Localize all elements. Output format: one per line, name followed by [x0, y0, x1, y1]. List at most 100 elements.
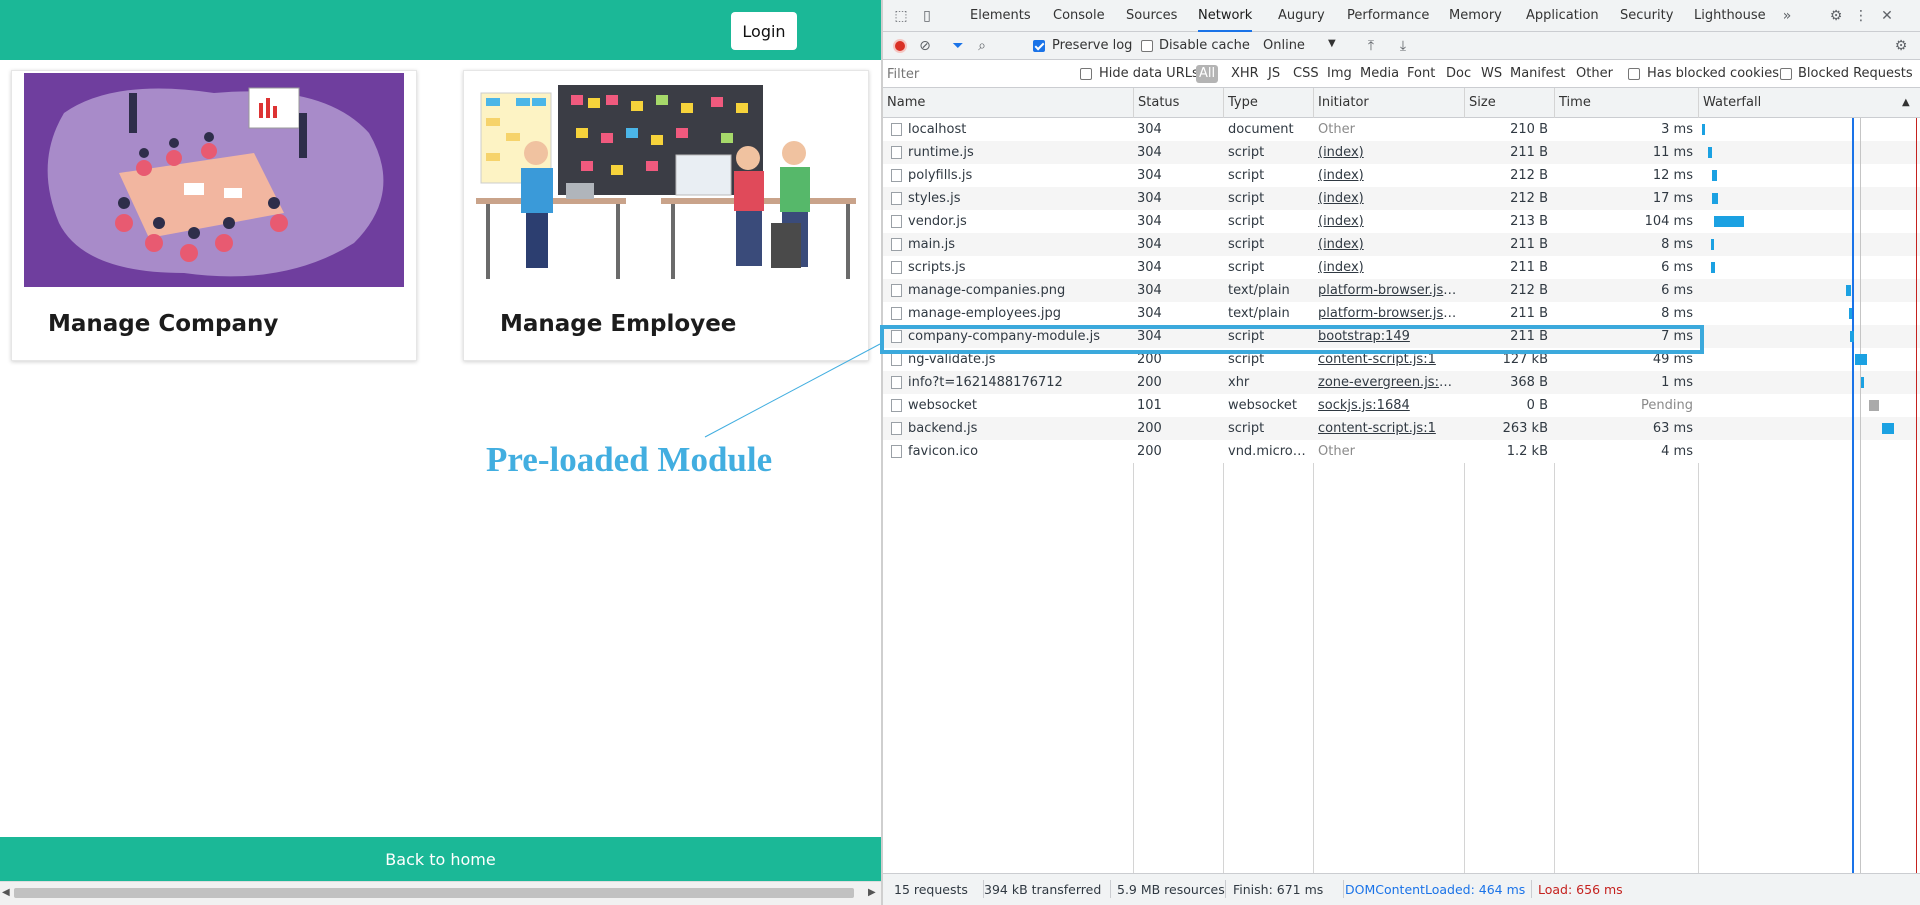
- cell-name[interactable]: ng-validate.js: [908, 348, 1128, 371]
- device-toolbar-icon[interactable]: ▯: [919, 8, 935, 24]
- search-icon[interactable]: ⌕: [974, 38, 990, 54]
- cell-name[interactable]: main.js: [908, 233, 1128, 256]
- table-row[interactable]: polyfills.js 304 script (index) 212 B 12 ms: [883, 164, 1920, 187]
- close-icon[interactable]: ✕: [1879, 8, 1895, 24]
- hide-data-urls-checkbox[interactable]: [1080, 68, 1092, 80]
- cell-name[interactable]: favicon.ico: [908, 440, 1128, 463]
- tab-application[interactable]: Application: [1526, 0, 1599, 32]
- column-name[interactable]: Name: [883, 88, 1133, 118]
- cell-initiator[interactable]: platform-browser.js:…: [1318, 302, 1460, 325]
- type-filter-css[interactable]: CSS: [1293, 66, 1319, 81]
- cell-name[interactable]: company-company-module.js: [908, 325, 1128, 348]
- back-to-home-button[interactable]: Back to home: [0, 837, 881, 881]
- tab-network[interactable]: Network: [1198, 0, 1253, 32]
- table-row[interactable]: manage-employees.jpg 304 text/plain platfor…: [883, 302, 1920, 325]
- cell-name[interactable]: info?t=1621488176712: [908, 371, 1128, 394]
- cell-name[interactable]: vendor.js: [908, 210, 1128, 233]
- more-tabs-icon[interactable]: »: [1779, 8, 1795, 24]
- settings-gear-icon[interactable]: ⚙: [1828, 8, 1844, 24]
- cell-initiator[interactable]: bootstrap:149: [1318, 325, 1460, 348]
- cell-initiator[interactable]: content-script.js:1: [1318, 417, 1460, 440]
- chevron-down-icon[interactable]: ▼: [1328, 38, 1336, 49]
- table-row[interactable]: info?t=1621488176712 200 xhr zone-evergreen…: [883, 371, 1920, 394]
- has-blocked-cookies-checkbox[interactable]: [1628, 68, 1640, 80]
- scrollbar-thumb[interactable]: [14, 888, 854, 898]
- tab-security[interactable]: Security: [1620, 0, 1673, 32]
- tab-console[interactable]: Console: [1053, 0, 1105, 32]
- table-row[interactable]: runtime.js 304 script (index) 211 B 11 ms: [883, 141, 1920, 164]
- type-filter-font[interactable]: Font: [1407, 66, 1435, 81]
- export-har-icon[interactable]: ⤓: [1395, 38, 1411, 54]
- cell-name[interactable]: websocket: [908, 394, 1128, 417]
- tab-sources[interactable]: Sources: [1126, 0, 1177, 32]
- blocked-requests-checkbox[interactable]: [1780, 68, 1792, 80]
- table-row[interactable]: manage-companies.png 304 text/plain platfor…: [883, 279, 1920, 302]
- type-filter-ws[interactable]: WS: [1481, 66, 1502, 81]
- column-initiator[interactable]: Initiator: [1313, 88, 1464, 118]
- network-settings-gear-icon[interactable]: ⚙: [1893, 38, 1909, 54]
- type-filter-all[interactable]: All: [1196, 65, 1219, 83]
- cell-initiator[interactable]: (index): [1318, 141, 1460, 164]
- column-status[interactable]: Status: [1133, 88, 1223, 118]
- type-filter-other[interactable]: Other: [1576, 66, 1613, 81]
- cell-name[interactable]: scripts.js: [908, 256, 1128, 279]
- cell-name[interactable]: polyfills.js: [908, 164, 1128, 187]
- column-waterfall[interactable]: Waterfall: [1698, 88, 1920, 118]
- cell-initiator[interactable]: (index): [1318, 256, 1460, 279]
- table-row[interactable]: localhost 304 document Other 210 B 3 ms: [883, 118, 1920, 141]
- throttling-select[interactable]: Online: [1263, 38, 1305, 53]
- tab-memory[interactable]: Memory: [1449, 0, 1502, 32]
- cell-name[interactable]: backend.js: [908, 417, 1128, 440]
- cell-name[interactable]: runtime.js: [908, 141, 1128, 164]
- cell-name[interactable]: localhost: [908, 118, 1128, 141]
- table-row[interactable]: company-company-module.js 304 script bootst…: [883, 325, 1920, 348]
- scroll-right-icon[interactable]: ▶: [868, 887, 876, 898]
- cell-initiator[interactable]: sockjs.js:1684: [1318, 394, 1460, 417]
- type-filter-js[interactable]: JS: [1268, 66, 1280, 81]
- filter-icon[interactable]: ⏷: [950, 38, 966, 54]
- import-har-icon[interactable]: ⤒: [1363, 38, 1379, 54]
- table-row[interactable]: vendor.js 304 script (index) 213 B 104 ms: [883, 210, 1920, 233]
- type-filter-xhr[interactable]: XHR: [1231, 66, 1259, 81]
- table-row[interactable]: main.js 304 script (index) 211 B 8 ms: [883, 233, 1920, 256]
- inspect-element-icon[interactable]: ⬚: [893, 8, 909, 24]
- tab-augury[interactable]: Augury: [1278, 0, 1325, 32]
- cell-initiator[interactable]: (index): [1318, 164, 1460, 187]
- cell-name[interactable]: manage-employees.jpg: [908, 302, 1128, 325]
- table-row[interactable]: scripts.js 304 script (index) 211 B 6 ms: [883, 256, 1920, 279]
- horizontal-scrollbar[interactable]: ◀ ▶: [0, 881, 881, 905]
- type-filter-doc[interactable]: Doc: [1446, 66, 1471, 81]
- cell-initiator[interactable]: zone-evergreen.js:2845: [1318, 371, 1460, 394]
- preserve-log-checkbox[interactable]: [1033, 40, 1045, 52]
- column-type[interactable]: Type: [1223, 88, 1313, 118]
- cell-initiator[interactable]: (index): [1318, 233, 1460, 256]
- sort-ascending-icon[interactable]: ▲: [1902, 97, 1910, 108]
- table-row[interactable]: favicon.ico 200 vnd.micros… Other 1.2 kB 4 ms: [883, 440, 1920, 463]
- table-row[interactable]: backend.js 200 script content-script.js:1 26…: [883, 417, 1920, 440]
- type-filter-img[interactable]: Img: [1327, 66, 1352, 81]
- cell-name[interactable]: manage-companies.png: [908, 279, 1128, 302]
- cell-initiator[interactable]: (index): [1318, 187, 1460, 210]
- table-row[interactable]: ng-validate.js 200 script content-script.js…: [883, 348, 1920, 371]
- table-row[interactable]: websocket 101 websocket sockjs.js:1684 0 B Pe…: [883, 394, 1920, 417]
- cell-initiator[interactable]: platform-browser.js:…: [1318, 279, 1460, 302]
- tab-performance[interactable]: Performance: [1347, 0, 1429, 32]
- cell-type: websocket: [1228, 398, 1297, 413]
- cell-initiator[interactable]: content-script.js:1: [1318, 348, 1460, 371]
- disable-cache-checkbox[interactable]: [1141, 40, 1153, 52]
- tab-lighthouse[interactable]: Lighthouse: [1694, 0, 1766, 32]
- type-filter-media[interactable]: Media: [1360, 66, 1399, 81]
- column-time[interactable]: Time: [1554, 88, 1698, 118]
- table-row[interactable]: styles.js 304 script (index) 212 B 17 ms: [883, 187, 1920, 210]
- clear-icon[interactable]: ⊘: [917, 38, 933, 54]
- more-options-icon[interactable]: ⋮: [1853, 8, 1869, 24]
- type-filter-manifest[interactable]: Manifest: [1510, 66, 1565, 81]
- cell-status: 200: [1137, 352, 1162, 367]
- cell-initiator[interactable]: (index): [1318, 210, 1460, 233]
- filter-input[interactable]: [887, 64, 1067, 84]
- record-icon[interactable]: [893, 39, 907, 53]
- scroll-left-icon[interactable]: ◀: [2, 887, 10, 898]
- tab-elements[interactable]: Elements: [970, 0, 1031, 32]
- column-size[interactable]: Size: [1464, 88, 1554, 118]
- cell-name[interactable]: styles.js: [908, 187, 1128, 210]
